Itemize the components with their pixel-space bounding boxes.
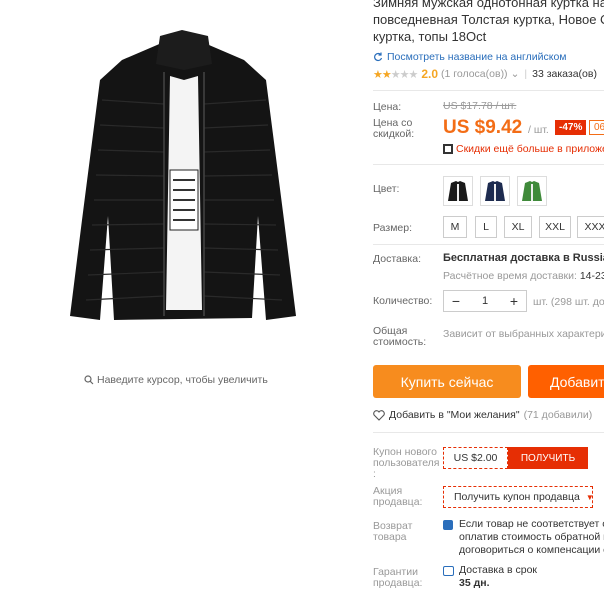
divider [373, 164, 604, 165]
image-gallery: Наведите курсор, чтобы увеличить [0, 0, 360, 602]
buy-now-button[interactable]: Купить сейчас [373, 365, 521, 398]
add-to-wishlist-link[interactable]: Добавить в "Мои желания" (71 добавили) [373, 409, 592, 421]
coupon-value: US $2.00 [443, 447, 508, 469]
quantity-stepper: − 1 + [443, 290, 527, 312]
seller-coupon-dropdown[interactable]: Получить купон продавца ▼ [443, 486, 594, 508]
size-option[interactable]: L [475, 216, 497, 238]
magnifier-icon [84, 375, 94, 385]
current-price: US $9.42 [443, 117, 523, 138]
divider [373, 432, 604, 433]
product-image[interactable] [52, 20, 314, 330]
minus-button[interactable]: − [444, 293, 468, 309]
wishlist-count: (71 добавили) [523, 409, 593, 421]
star-rating-icon: ★★★★★ [373, 68, 418, 81]
seller-promo-label: Акция продавца: [373, 485, 423, 508]
chevron-down-icon[interactable]: ⌄ [511, 68, 520, 80]
product-title: Зимняя мужская однотонная куртка на повс… [373, 0, 604, 44]
caret-down-icon: ▼ [585, 492, 594, 502]
add-to-cart-button[interactable]: Добавит [528, 365, 604, 398]
quantity-input[interactable]: 1 [473, 295, 497, 307]
size-label: Размер: [373, 222, 413, 234]
old-price: US $17.78 / шт. [443, 100, 517, 112]
returns-label: Возврат товара [373, 520, 413, 543]
orders-count: 33 заказа(ов) [532, 68, 597, 80]
size-option[interactable]: M [443, 216, 467, 238]
divider: | [524, 68, 528, 80]
quantity-label: Количество: [373, 295, 433, 307]
jacket-thumbnail-green [522, 181, 542, 201]
size-option[interactable]: XL [504, 216, 532, 238]
return-policy-icon [443, 520, 453, 530]
rating-votes[interactable]: (1 голоса(ов)) [441, 68, 508, 80]
refresh-icon [374, 52, 383, 62]
size-option[interactable]: XXX [577, 216, 604, 238]
return-policy-text: Если товар не соответствует оп оплатив с… [459, 518, 604, 556]
divider [373, 244, 604, 245]
price-label: Цена: [373, 101, 402, 113]
qr-code-icon [443, 144, 453, 154]
plus-button[interactable]: + [502, 293, 526, 309]
total-label: Общая стоимость: [373, 325, 427, 348]
guarantee-text: Доставка в срок 35 дн. [459, 564, 538, 589]
rating-row: ★★★★★ 2.0 (1 голоса(ов)) ⌄ | 33 заказа(о… [373, 67, 597, 81]
delivery-calendar-icon [443, 566, 454, 576]
product-details: Зимняя мужская однотонная куртка на повс… [373, 0, 604, 602]
new-user-coupon-label: Купон нового пользователя : [373, 446, 440, 480]
jacket-thumbnail-black [448, 181, 468, 201]
zoom-hint-text: Наведите курсор, чтобы увеличить [97, 374, 268, 386]
color-swatch-black[interactable] [443, 176, 473, 206]
total-value: Зависит от выбранных характери [443, 328, 604, 340]
color-swatch-green[interactable] [517, 176, 547, 206]
divider [373, 90, 604, 91]
app-discount-link[interactable]: Скидки ещё больше в приложе [443, 143, 604, 155]
countdown-badge: 06 [589, 120, 604, 135]
color-swatch-navy[interactable] [480, 176, 510, 206]
stock-info: шт. (298 шт. дос [533, 296, 604, 308]
guarantee-label: Гарантии продавца: [373, 566, 423, 589]
translate-title-link[interactable]: Посмотреть название на английском [373, 51, 567, 63]
shipping-label: Доставка: [373, 253, 422, 265]
size-option[interactable]: XXL [539, 216, 571, 238]
new-user-coupon: US $2.00 ПОЛУЧИТЬ [443, 447, 588, 469]
product-page: Наведите курсор, чтобы увеличить Зимняя … [0, 0, 604, 602]
rating-value: 2.0 [421, 67, 439, 81]
shipping-method[interactable]: Бесплатная доставка в Russian F [443, 252, 604, 264]
discount-badge: -47% [555, 120, 587, 135]
jacket-thumbnail-navy [485, 181, 505, 201]
color-label: Цвет: [373, 183, 400, 195]
zoom-hint: Наведите курсор, чтобы увеличить [84, 374, 268, 386]
get-coupon-button[interactable]: ПОЛУЧИТЬ [508, 447, 588, 469]
discount-price-label: Цена со скидкой: [373, 117, 415, 140]
price-unit: / шт. [528, 124, 549, 136]
shipping-estimate: Расчётное время доставки: 14-23 [443, 270, 604, 282]
heart-icon [373, 409, 385, 421]
